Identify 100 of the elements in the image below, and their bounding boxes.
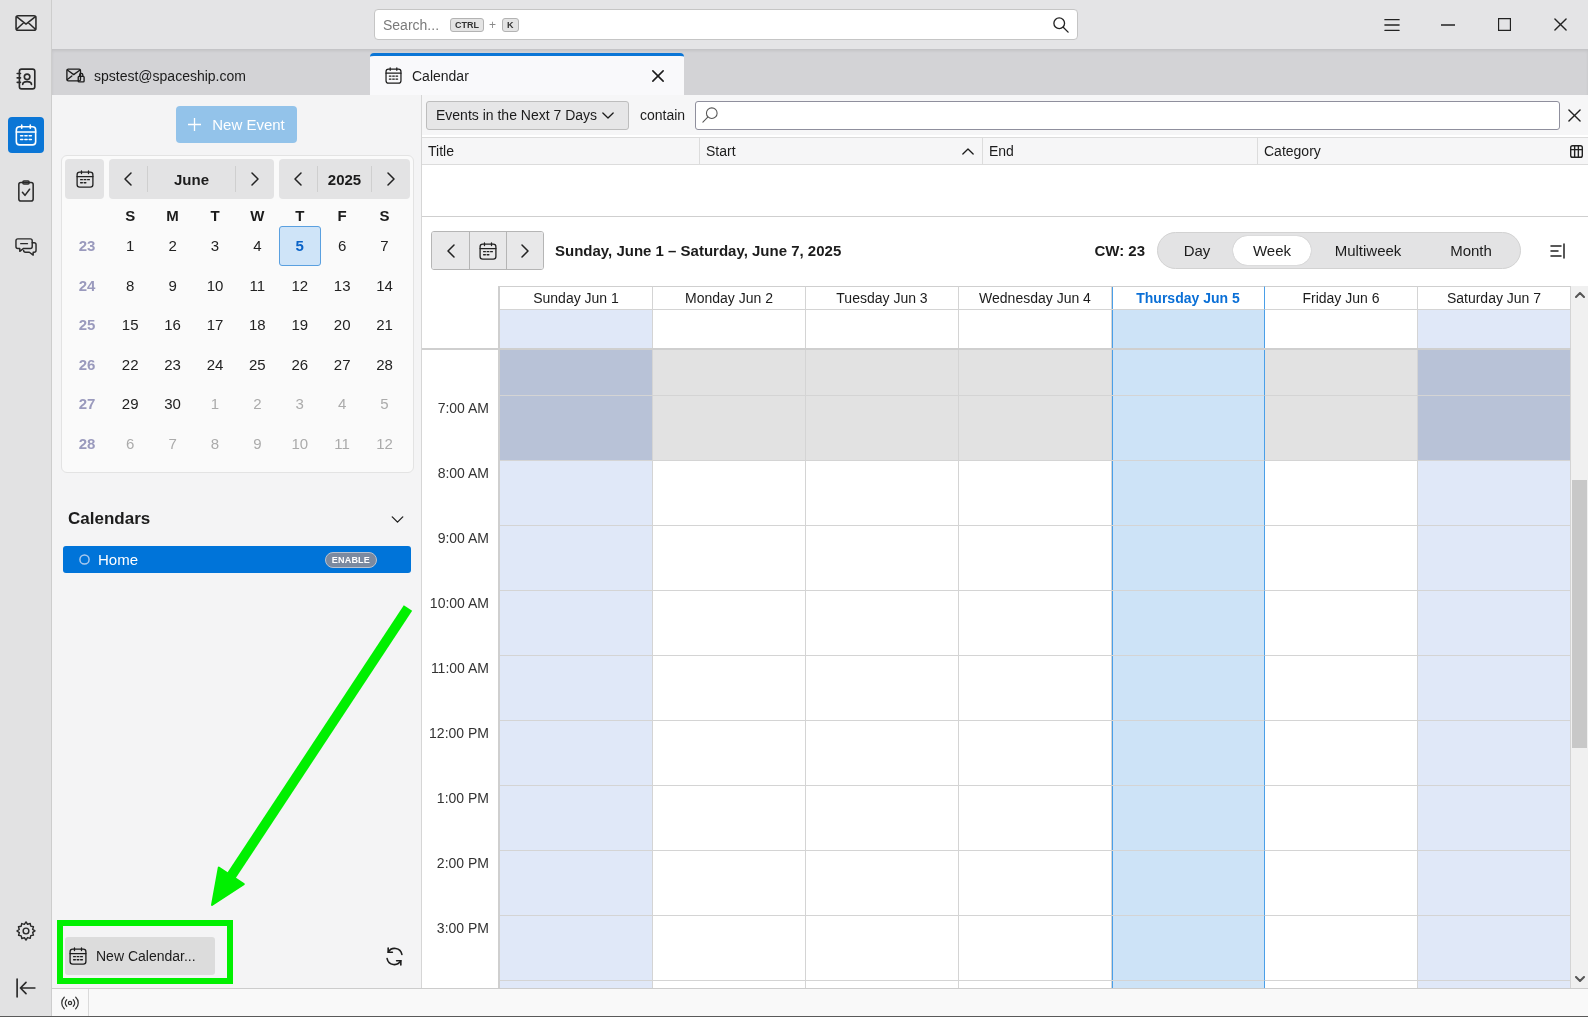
time-slot[interactable]: [1265, 851, 1418, 916]
time-slot[interactable]: [1418, 786, 1571, 851]
time-slot[interactable]: [1112, 721, 1265, 786]
time-slot[interactable]: [1418, 721, 1571, 786]
time-slot[interactable]: [653, 461, 806, 526]
calendar-date[interactable]: 23: [151, 344, 194, 384]
calendar-date[interactable]: 22: [109, 344, 152, 384]
time-slot[interactable]: [806, 656, 959, 721]
time-slot[interactable]: [959, 396, 1112, 461]
time-slot[interactable]: [1418, 851, 1571, 916]
time-slot[interactable]: [806, 786, 959, 851]
time-slot[interactable]: [806, 916, 959, 981]
view-mode-tab[interactable]: Month: [1425, 236, 1517, 265]
time-slot[interactable]: [653, 786, 806, 851]
calendar-list-item[interactable]: Home ENABLE: [63, 546, 411, 573]
calendar-date[interactable]: 4: [236, 226, 279, 266]
time-slot[interactable]: [959, 526, 1112, 591]
time-slot[interactable]: [1418, 350, 1571, 396]
time-slot[interactable]: [806, 591, 959, 656]
time-slot[interactable]: [1265, 786, 1418, 851]
time-slot[interactable]: [1418, 461, 1571, 526]
time-slot[interactable]: [1265, 916, 1418, 981]
search-icon[interactable]: [1053, 16, 1069, 33]
tab[interactable]: Calendar: [370, 53, 684, 95]
calendar-date[interactable]: 12: [278, 265, 321, 305]
calendar-date[interactable]: 20: [320, 305, 364, 345]
time-slot[interactable]: [806, 526, 959, 591]
column-header[interactable]: Title: [422, 138, 700, 164]
time-slot[interactable]: [500, 461, 653, 526]
calendar-date[interactable]: 29: [109, 384, 152, 424]
filter-search-field[interactable]: [695, 100, 1560, 130]
time-slot[interactable]: [806, 721, 959, 786]
time-slot[interactable]: [653, 916, 806, 981]
time-slot[interactable]: [500, 916, 653, 981]
time-slot[interactable]: [806, 851, 959, 916]
time-slot[interactable]: [1112, 461, 1265, 526]
time-slot[interactable]: [959, 786, 1112, 851]
time-slot[interactable]: [1265, 721, 1418, 786]
time-slot[interactable]: [959, 916, 1112, 981]
calendar-date[interactable]: 18: [236, 305, 279, 345]
time-slot[interactable]: [959, 461, 1112, 526]
tab[interactable]: spstest@spaceship.com: [52, 53, 366, 95]
calendar-date[interactable]: 25: [236, 344, 279, 384]
time-slot[interactable]: [653, 656, 806, 721]
settings-icon[interactable]: [15, 921, 36, 941]
view-mode-tab[interactable]: Week: [1233, 236, 1311, 265]
time-slot[interactable]: [1112, 851, 1265, 916]
calendar-date[interactable]: 1: [109, 226, 152, 266]
time-slot[interactable]: [500, 526, 653, 591]
calendar-date[interactable]: 15: [109, 305, 152, 345]
column-header[interactable]: Category: [1258, 138, 1570, 164]
calendar-date[interactable]: 10: [193, 265, 237, 305]
time-slot[interactable]: [1112, 591, 1265, 656]
time-slot[interactable]: [500, 656, 653, 721]
calendar-date[interactable]: 17: [193, 305, 237, 345]
time-slot[interactable]: [1418, 396, 1571, 461]
chevron-down-icon[interactable]: [1574, 976, 1585, 982]
time-slot[interactable]: [1112, 656, 1265, 721]
chevron-left-icon[interactable]: [124, 172, 132, 186]
time-slot[interactable]: [653, 350, 806, 396]
time-slot[interactable]: [1112, 786, 1265, 851]
close-icon[interactable]: [652, 69, 664, 82]
all-day-slot[interactable]: [1112, 310, 1265, 348]
time-slot[interactable]: [500, 591, 653, 656]
time-slot[interactable]: [653, 591, 806, 656]
time-slot[interactable]: [806, 461, 959, 526]
scrollbar-thumb[interactable]: [1572, 480, 1587, 748]
chevron-up-icon[interactable]: [1574, 292, 1585, 298]
time-slot[interactable]: [653, 526, 806, 591]
calendar-date[interactable]: 9: [151, 265, 194, 305]
time-slot[interactable]: [1418, 591, 1571, 656]
calendar-date[interactable]: 11: [236, 265, 279, 305]
time-slot[interactable]: [1265, 396, 1418, 461]
calendar-date[interactable]: 30: [151, 384, 194, 424]
maximize-icon[interactable]: [1497, 18, 1511, 31]
calendar-date[interactable]: 2: [151, 226, 194, 266]
time-slot[interactable]: [500, 350, 653, 396]
enable-button[interactable]: ENABLE: [324, 551, 377, 568]
time-slot[interactable]: [1265, 591, 1418, 656]
refresh-icon[interactable]: [385, 946, 404, 966]
time-slot[interactable]: [959, 851, 1112, 916]
menu-icon[interactable]: [1384, 16, 1400, 33]
time-slot[interactable]: [1265, 656, 1418, 721]
view-mode-tab[interactable]: Multiweek: [1311, 236, 1425, 265]
time-slot[interactable]: [1112, 350, 1265, 396]
collapse-sidebar-icon[interactable]: [15, 978, 36, 998]
time-slot[interactable]: [959, 721, 1112, 786]
time-slot[interactable]: [500, 396, 653, 461]
calendar-date[interactable]: 14: [363, 265, 406, 305]
time-slot[interactable]: [1112, 526, 1265, 591]
time-slot[interactable]: [959, 350, 1112, 396]
time-slot[interactable]: [500, 786, 653, 851]
time-slot[interactable]: [806, 396, 959, 461]
all-day-slot[interactable]: [1418, 310, 1571, 348]
time-slot[interactable]: [959, 591, 1112, 656]
calendar-date[interactable]: 28: [363, 344, 406, 384]
table-columns-icon[interactable]: [1570, 144, 1583, 158]
today-button[interactable]: [469, 232, 506, 269]
column-header[interactable]: Start: [700, 138, 983, 164]
calendar-date[interactable]: 3: [193, 226, 237, 266]
